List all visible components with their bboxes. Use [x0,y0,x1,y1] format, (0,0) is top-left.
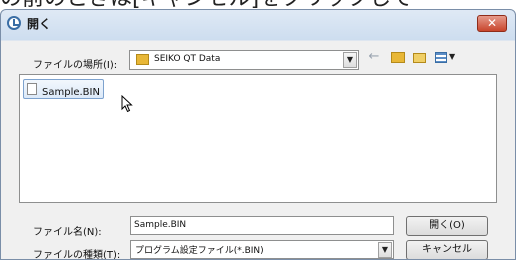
cancel-button[interactable]: キャンセル [406,240,488,259]
open-dialog: 開く ✕ ファイルの場所(I): SEIKO QT Data ▼ ← Sampl… [0,9,516,260]
chevron-down-icon[interactable]: ▼ [343,52,357,68]
open-button[interactable]: 開く(O) [406,216,488,236]
list-item[interactable]: Sample.BIN [23,79,104,99]
file-name-input[interactable]: Sample.BIN [130,216,394,235]
look-in-value: SEIKO QT Data [154,54,221,64]
file-type-value: プログラム設定ファイル(*.BIN) [135,246,264,256]
title-bar: 開く ✕ [1,10,515,38]
folder-icon [136,54,149,65]
file-name-label: ファイル名(N): [33,227,102,238]
look-in-label: ファイルの場所(I): [33,60,118,71]
look-in-dropdown[interactable]: SEIKO QT Data ▼ [129,50,359,70]
back-arrow-icon[interactable]: ← [365,48,383,66]
close-button[interactable]: ✕ [477,15,507,32]
file-type-dropdown[interactable]: プログラム設定ファイル(*.BIN) ▼ [130,240,394,259]
view-menu-icon[interactable] [433,48,459,66]
up-folder-icon[interactable] [389,48,407,66]
file-icon [27,83,37,95]
file-type-label: ファイルの種類(T): [33,250,121,260]
chevron-down-icon[interactable]: ▼ [378,242,392,258]
dialog-title: 開く [27,17,52,31]
new-folder-icon[interactable] [411,48,429,66]
page: の前のときは[キャンセル]をクリックして 開く ✕ ファイルの場所(I): SE… [0,0,520,262]
open-dialog-icon [7,16,21,30]
file-list[interactable]: Sample.BIN [19,74,497,203]
file-name: Sample.BIN [42,87,100,98]
